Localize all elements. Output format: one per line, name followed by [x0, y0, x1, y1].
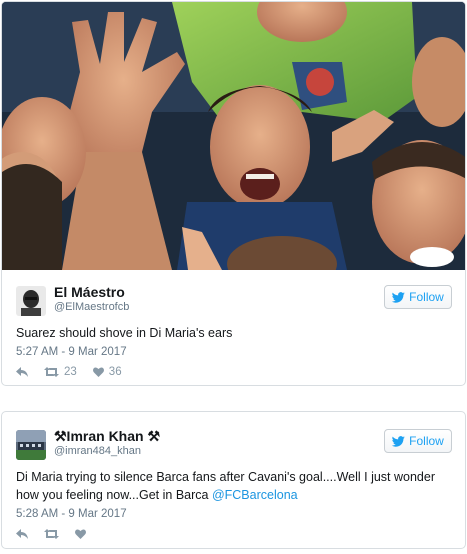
heart-icon — [92, 367, 104, 377]
like-button[interactable] — [75, 529, 86, 539]
reply-button[interactable] — [16, 367, 28, 377]
follow-label: Follow — [409, 434, 444, 448]
follow-label: Follow — [409, 290, 444, 304]
tweet-timestamp[interactable]: 5:28 AM - 9 Mar 2017 — [16, 508, 127, 520]
display-name[interactable]: ⚒Imran Khan ⚒ — [54, 428, 160, 445]
user-handle[interactable]: @imran484_khan — [54, 445, 141, 457]
tweet-timestamp[interactable]: 5:27 AM - 9 Mar 2017 — [16, 346, 127, 358]
tweet-text: Di Maria trying to silence Barca fans af… — [16, 468, 456, 504]
retweet-icon — [44, 367, 59, 377]
avatar[interactable] — [16, 430, 46, 460]
heart-icon — [75, 529, 86, 539]
reply-icon — [16, 529, 28, 539]
tweet-header: ⚒Imran Khan ⚒ @imran484_khan Follow — [16, 428, 456, 460]
user-handle[interactable]: @ElMaestrofcb — [54, 301, 129, 313]
follow-button[interactable]: Follow — [384, 285, 452, 309]
reply-icon — [16, 367, 28, 377]
photo-illustration — [2, 2, 465, 270]
tweet-card-1: El Máestro @ElMaestrofcb Follow Suarez s… — [1, 1, 466, 386]
tweet-card-2: ⚒Imran Khan ⚒ @imran484_khan Follow Di M… — [1, 411, 466, 549]
retweet-count: 23 — [64, 366, 77, 378]
tweet-actions: 23 36 — [16, 365, 138, 379]
retweet-icon — [44, 529, 59, 539]
tweet-text: Suarez should shove in Di Maria's ears — [16, 326, 233, 340]
mention-link[interactable]: @FCBarcelona — [212, 488, 298, 502]
tweet-actions — [16, 527, 102, 541]
display-name[interactable]: El Máestro — [54, 284, 125, 300]
avatar[interactable] — [16, 286, 46, 316]
retweet-button[interactable] — [44, 529, 59, 539]
tweet-photo[interactable] — [2, 2, 465, 270]
twitter-bird-icon — [392, 435, 405, 447]
follow-button[interactable]: Follow — [384, 429, 452, 453]
twitter-bird-icon — [392, 291, 405, 303]
like-count: 36 — [108, 366, 122, 378]
tweet-header: El Máestro @ElMaestrofcb Follow — [16, 284, 456, 316]
retweet-button[interactable]: 23 — [44, 366, 77, 378]
like-button[interactable]: 36 — [92, 366, 122, 378]
reply-button[interactable] — [16, 529, 28, 539]
